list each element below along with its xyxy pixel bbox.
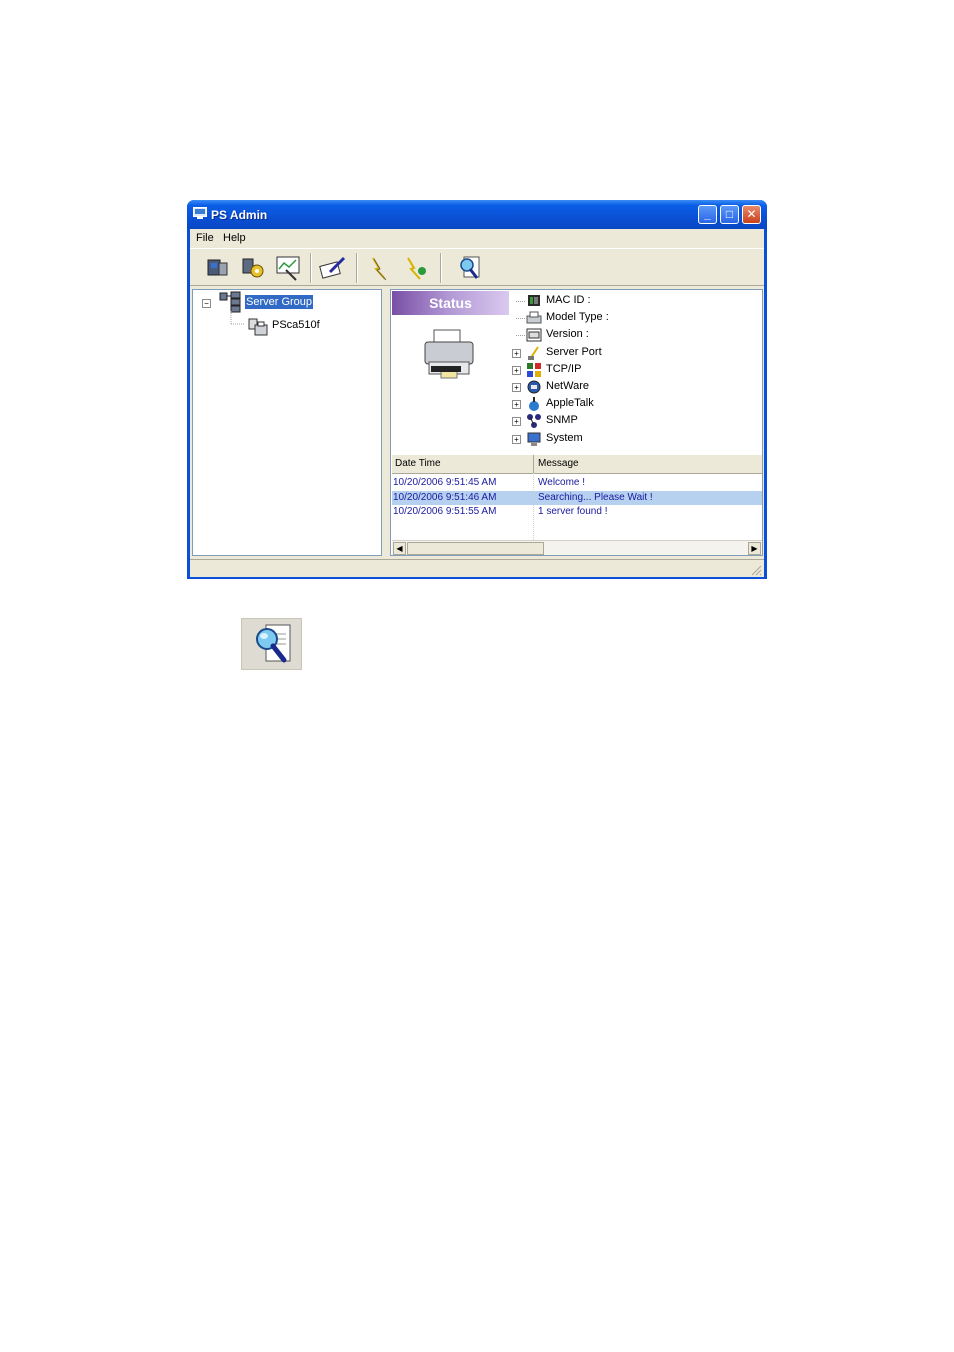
netware-icon [527, 380, 541, 394]
menu-help[interactable]: Help [223, 232, 246, 244]
expand-toggle[interactable]: + [512, 417, 521, 427]
snmp-icon [527, 414, 541, 429]
port-icon [528, 346, 539, 360]
horizontal-scrollbar[interactable]: ◀ ▶ [392, 540, 762, 555]
search-server-button[interactable] [241, 618, 302, 670]
edit-icon[interactable] [318, 254, 348, 282]
tree-connector [516, 335, 525, 337]
scroll-thumb[interactable] [407, 542, 544, 555]
minimize-button[interactable]: _ [698, 205, 717, 224]
property-label[interactable]: Model Type : [546, 311, 609, 323]
upgrade-restore-icon[interactable] [402, 254, 432, 282]
property-label[interactable]: AppleTalk [546, 397, 594, 409]
tree-connector [516, 318, 525, 320]
expand-toggle[interactable]: + [512, 365, 521, 375]
property-label[interactable]: System [546, 432, 583, 444]
system-icon [527, 432, 541, 446]
resize-grip-icon[interactable] [750, 564, 762, 576]
upgrade-icon[interactable] [365, 254, 395, 282]
column-gridline [533, 473, 534, 540]
tree-connector [516, 301, 525, 302]
server-tree-pane[interactable]: − Server Group PSca510f [192, 289, 382, 556]
chart-icon[interactable] [274, 254, 304, 282]
log-row[interactable]: 10/20/2006 9:51:46 AM Searching... Please… [392, 490, 762, 505]
toolbar-separator [440, 253, 442, 283]
property-label[interactable]: MAC ID : [546, 294, 591, 306]
log-row[interactable]: 10/20/2006 9:51:45 AM Welcome ! [392, 476, 762, 490]
menu-bar: File Help [190, 229, 764, 247]
close-icon: ✕ [746, 207, 757, 221]
printer-server-icon[interactable] [202, 254, 232, 282]
column-date-time[interactable]: Date Time [395, 458, 441, 469]
property-label[interactable]: SNMP [546, 414, 578, 426]
expand-toggle[interactable]: + [512, 400, 521, 410]
column-message[interactable]: Message [538, 458, 579, 469]
search-icon[interactable] [455, 254, 485, 282]
printer-icon [424, 329, 474, 379]
property-label[interactable]: Server Port [546, 346, 602, 358]
scroll-left-button[interactable]: ◀ [393, 542, 406, 555]
expand-toggle[interactable]: + [512, 348, 521, 358]
property-label[interactable]: TCP/IP [546, 363, 581, 375]
log-message: 1 server found ! [538, 506, 608, 517]
maximize-button[interactable]: □ [720, 205, 739, 224]
minimize-icon: _ [704, 207, 711, 221]
log-message: Searching... Please Wait ! [538, 491, 653, 503]
tree-item-server-group[interactable]: Server Group [245, 295, 314, 309]
menu-file[interactable]: File [196, 232, 214, 244]
print-server-icon [248, 318, 268, 336]
log-header: Date Time Message [392, 455, 762, 474]
log-row[interactable]: 10/20/2006 9:51:55 AM 1 server found ! [392, 505, 762, 519]
log-panel: Date Time Message 10/20/2006 9:51:45 AM W… [392, 455, 762, 555]
maximize-icon: □ [725, 207, 734, 221]
scroll-right-button[interactable]: ▶ [748, 542, 761, 555]
title-bar[interactable]: PS Admin _ □ ✕ [187, 200, 767, 229]
window-title: PS Admin [211, 208, 268, 222]
tree-connector [230, 311, 244, 325]
status-banner: Status [392, 291, 509, 315]
expand-toggle[interactable]: + [512, 383, 521, 392]
apple-icon [529, 397, 539, 412]
model-icon [526, 311, 542, 324]
ps-admin-window: PS Admin _ □ ✕ File Help − Server Group … [187, 200, 767, 579]
toolbar [190, 248, 764, 286]
settings-icon[interactable] [238, 254, 268, 282]
log-message: Welcome ! [538, 477, 586, 488]
app-icon [193, 207, 207, 219]
tree-item-psca510f[interactable]: PSca510f [272, 319, 320, 331]
toolbar-separator [356, 253, 358, 283]
expand-toggle[interactable]: + [512, 434, 521, 444]
property-label[interactable]: Version : [546, 328, 589, 340]
tree-collapse-toggle[interactable]: − [202, 299, 211, 308]
log-datetime: 10/20/2006 9:51:45 AM [393, 477, 497, 488]
client-area: File Help − Server Group PSca510f Status… [190, 229, 764, 577]
close-button[interactable]: ✕ [742, 205, 761, 224]
log-datetime: 10/20/2006 9:51:46 AM [393, 491, 497, 503]
log-datetime: 10/20/2006 9:51:55 AM [393, 506, 497, 517]
property-label[interactable]: NetWare [546, 380, 589, 392]
server-group-icon [219, 291, 241, 313]
network-icon [527, 362, 541, 377]
column-divider[interactable] [533, 455, 534, 473]
search-server-icon [256, 624, 291, 663]
toolbar-separator [310, 253, 312, 283]
chip-icon [528, 295, 540, 306]
version-icon [526, 328, 542, 342]
status-pane: Status MAC ID : Model Type : Version : + Ser… [390, 289, 763, 556]
status-bar [190, 559, 764, 578]
